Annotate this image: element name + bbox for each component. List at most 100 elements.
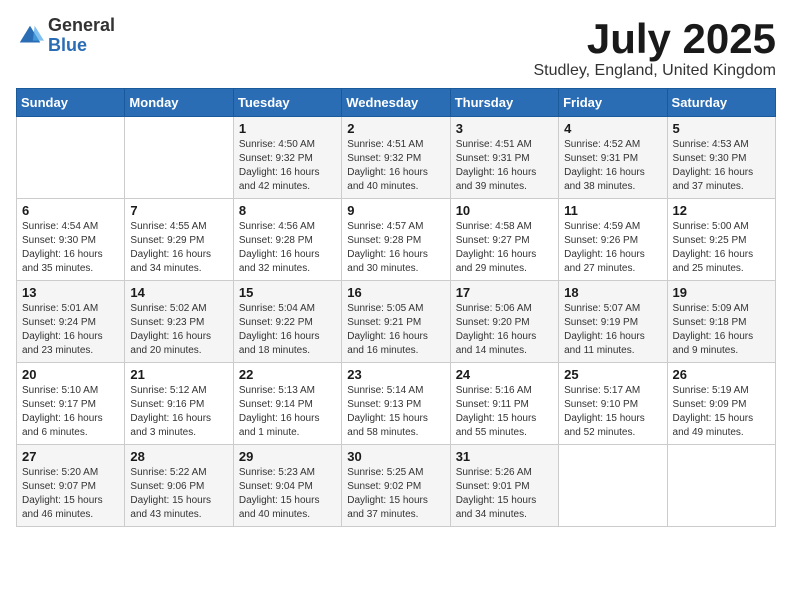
logo-general: General	[48, 16, 115, 36]
page-header: General Blue July 2025 Studley, England,…	[16, 16, 776, 80]
day-info: Sunrise: 4:51 AM Sunset: 9:31 PM Dayligh…	[456, 138, 553, 194]
location: Studley, England, United Kingdom	[533, 62, 776, 80]
day-info: Sunrise: 4:52 AM Sunset: 9:31 PM Dayligh…	[564, 138, 661, 194]
day-number: 8	[239, 203, 336, 218]
day-info: Sunrise: 5:02 AM Sunset: 9:23 PM Dayligh…	[130, 302, 227, 358]
day-number: 6	[22, 203, 119, 218]
day-info: Sunrise: 5:16 AM Sunset: 9:11 PM Dayligh…	[456, 384, 553, 440]
day-number: 19	[673, 285, 770, 300]
day-info: Sunrise: 5:14 AM Sunset: 9:13 PM Dayligh…	[347, 384, 444, 440]
calendar-cell: 27 Sunrise: 5:20 AM Sunset: 9:07 PM Dayli…	[17, 445, 125, 527]
calendar-cell: 18Sunrise: 5:07 AM Sunset: 9:19 PM Dayli…	[559, 281, 667, 363]
day-info: Sunrise: 4:51 AM Sunset: 9:32 PM Dayligh…	[347, 138, 444, 194]
day-number: 21	[130, 367, 227, 382]
calendar-cell: 21 Sunrise: 5:12 AM Sunset: 9:16 PM Dayli…	[125, 363, 233, 445]
day-number: 18	[564, 285, 661, 300]
calendar-cell: 28Sunrise: 5:22 AM Sunset: 9:06 PM Dayli…	[125, 445, 233, 527]
day-number: 26	[673, 367, 770, 382]
day-number: 2	[347, 121, 444, 136]
calendar-cell	[125, 117, 233, 199]
calendar-cell: 10Sunrise: 4:58 AM Sunset: 9:27 PM Dayli…	[450, 199, 558, 281]
logo-icon	[16, 22, 44, 50]
logo: General Blue	[16, 16, 115, 56]
day-info: Sunrise: 5:26 AM Sunset: 9:01 PM Dayligh…	[456, 466, 553, 522]
calendar-cell: 26 Sunrise: 5:19 AM Sunset: 9:09 PM Dayli…	[667, 363, 775, 445]
day-info: Sunrise: 5:04 AM Sunset: 9:22 PM Dayligh…	[239, 302, 336, 358]
day-number: 25	[564, 367, 661, 382]
calendar-cell: 30Sunrise: 5:25 AM Sunset: 9:02 PM Dayli…	[342, 445, 450, 527]
header-sunday: Sunday	[17, 89, 125, 117]
header-thursday: Thursday	[450, 89, 558, 117]
day-info: Sunrise: 5:12 AM Sunset: 9:16 PM Dayligh…	[130, 384, 227, 440]
header-saturday: Saturday	[667, 89, 775, 117]
day-info: Sunrise: 5:09 AM Sunset: 9:18 PM Dayligh…	[673, 302, 770, 358]
day-number: 23	[347, 367, 444, 382]
day-number: 10	[456, 203, 553, 218]
calendar-cell: 11Sunrise: 4:59 AM Sunset: 9:26 PM Dayli…	[559, 199, 667, 281]
calendar-cell: 20Sunrise: 5:10 AM Sunset: 9:17 PM Dayli…	[17, 363, 125, 445]
calendar-cell: 3 Sunrise: 4:51 AM Sunset: 9:31 PM Daylig…	[450, 117, 558, 199]
day-info: Sunrise: 5:17 AM Sunset: 9:10 PM Dayligh…	[564, 384, 661, 440]
calendar-cell: 4 Sunrise: 4:52 AM Sunset: 9:31 PM Daylig…	[559, 117, 667, 199]
week-row: 1 Sunrise: 4:50 AM Sunset: 9:32 PM Daylig…	[17, 117, 776, 199]
day-number: 17	[456, 285, 553, 300]
day-number: 27	[22, 449, 119, 464]
day-number: 14	[130, 285, 227, 300]
day-number: 12	[673, 203, 770, 218]
calendar-cell: 6 Sunrise: 4:54 AM Sunset: 9:30 PM Daylig…	[17, 199, 125, 281]
day-number: 7	[130, 203, 227, 218]
calendar-cell	[667, 445, 775, 527]
calendar-cell: 23 Sunrise: 5:14 AM Sunset: 9:13 PM Dayli…	[342, 363, 450, 445]
day-number: 16	[347, 285, 444, 300]
month-title: July 2025	[533, 16, 776, 62]
day-info: Sunrise: 5:25 AM Sunset: 9:02 PM Dayligh…	[347, 466, 444, 522]
day-info: Sunrise: 5:20 AM Sunset: 9:07 PM Dayligh…	[22, 466, 119, 522]
week-row: 27 Sunrise: 5:20 AM Sunset: 9:07 PM Dayli…	[17, 445, 776, 527]
day-info: Sunrise: 5:10 AM Sunset: 9:17 PM Dayligh…	[22, 384, 119, 440]
day-info: Sunrise: 5:05 AM Sunset: 9:21 PM Dayligh…	[347, 302, 444, 358]
calendar-cell	[559, 445, 667, 527]
day-number: 13	[22, 285, 119, 300]
calendar-cell	[17, 117, 125, 199]
calendar-cell: 1 Sunrise: 4:50 AM Sunset: 9:32 PM Daylig…	[233, 117, 341, 199]
day-number: 29	[239, 449, 336, 464]
header-monday: Monday	[125, 89, 233, 117]
day-info: Sunrise: 4:56 AM Sunset: 9:28 PM Dayligh…	[239, 220, 336, 276]
calendar-cell: 13 Sunrise: 5:01 AM Sunset: 9:24 PM Dayli…	[17, 281, 125, 363]
calendar-cell: 8 Sunrise: 4:56 AM Sunset: 9:28 PM Daylig…	[233, 199, 341, 281]
day-info: Sunrise: 5:22 AM Sunset: 9:06 PM Dayligh…	[130, 466, 227, 522]
day-info: Sunrise: 5:06 AM Sunset: 9:20 PM Dayligh…	[456, 302, 553, 358]
title-block: July 2025 Studley, England, United Kingd…	[533, 16, 776, 80]
calendar-cell: 16 Sunrise: 5:05 AM Sunset: 9:21 PM Dayli…	[342, 281, 450, 363]
day-info: Sunrise: 5:23 AM Sunset: 9:04 PM Dayligh…	[239, 466, 336, 522]
week-row: 20Sunrise: 5:10 AM Sunset: 9:17 PM Dayli…	[17, 363, 776, 445]
day-number: 9	[347, 203, 444, 218]
day-info: Sunrise: 5:01 AM Sunset: 9:24 PM Dayligh…	[22, 302, 119, 358]
day-info: Sunrise: 4:53 AM Sunset: 9:30 PM Dayligh…	[673, 138, 770, 194]
calendar-cell: 22Sunrise: 5:13 AM Sunset: 9:14 PM Dayli…	[233, 363, 341, 445]
week-row: 6 Sunrise: 4:54 AM Sunset: 9:30 PM Daylig…	[17, 199, 776, 281]
day-info: Sunrise: 5:13 AM Sunset: 9:14 PM Dayligh…	[239, 384, 336, 440]
day-info: Sunrise: 4:54 AM Sunset: 9:30 PM Dayligh…	[22, 220, 119, 276]
day-info: Sunrise: 4:50 AM Sunset: 9:32 PM Dayligh…	[239, 138, 336, 194]
calendar-cell: 15Sunrise: 5:04 AM Sunset: 9:22 PM Dayli…	[233, 281, 341, 363]
day-info: Sunrise: 5:00 AM Sunset: 9:25 PM Dayligh…	[673, 220, 770, 276]
day-info: Sunrise: 5:19 AM Sunset: 9:09 PM Dayligh…	[673, 384, 770, 440]
calendar-cell: 14 Sunrise: 5:02 AM Sunset: 9:23 PM Dayli…	[125, 281, 233, 363]
day-number: 3	[456, 121, 553, 136]
day-number: 24	[456, 367, 553, 382]
calendar-cell: 31Sunrise: 5:26 AM Sunset: 9:01 PM Dayli…	[450, 445, 558, 527]
day-number: 1	[239, 121, 336, 136]
calendar-cell: 17 Sunrise: 5:06 AM Sunset: 9:20 PM Dayli…	[450, 281, 558, 363]
calendar-cell: 29 Sunrise: 5:23 AM Sunset: 9:04 PM Dayli…	[233, 445, 341, 527]
header-friday: Friday	[559, 89, 667, 117]
day-number: 4	[564, 121, 661, 136]
calendar-cell: 19 Sunrise: 5:09 AM Sunset: 9:18 PM Dayli…	[667, 281, 775, 363]
calendar-cell: 9Sunrise: 4:57 AM Sunset: 9:28 PM Daylig…	[342, 199, 450, 281]
calendar-table: SundayMondayTuesdayWednesdayThursdayFrid…	[16, 88, 776, 527]
header-row: SundayMondayTuesdayWednesdayThursdayFrid…	[17, 89, 776, 117]
day-number: 5	[673, 121, 770, 136]
calendar-cell: 25 Sunrise: 5:17 AM Sunset: 9:10 PM Dayli…	[559, 363, 667, 445]
header-wednesday: Wednesday	[342, 89, 450, 117]
calendar-cell: 24 Sunrise: 5:16 AM Sunset: 9:11 PM Dayli…	[450, 363, 558, 445]
